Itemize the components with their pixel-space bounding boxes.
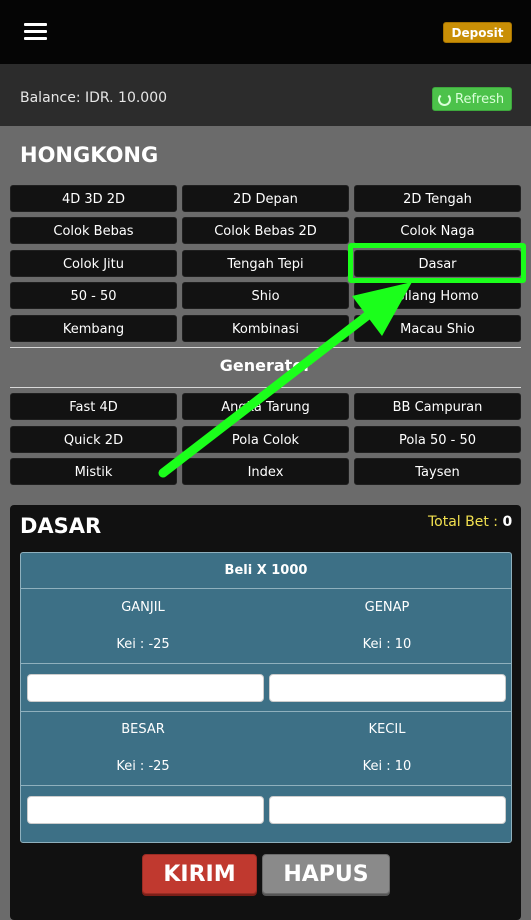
- game-button-50-50[interactable]: 50 - 50: [10, 282, 177, 309]
- generator-button-quick-2d[interactable]: Quick 2D: [10, 426, 177, 453]
- game-button-silang-homo[interactable]: Silang Homo: [354, 282, 521, 309]
- divider: [10, 347, 521, 348]
- game-button-2d-depan[interactable]: 2D Depan: [182, 185, 349, 212]
- bet-panel-title: DASAR: [20, 514, 102, 538]
- submit-button[interactable]: KIRIM: [142, 854, 257, 894]
- game-button-kembang[interactable]: Kembang: [10, 315, 177, 342]
- refresh-label: Refresh: [455, 92, 505, 107]
- game-button-2d-tengah[interactable]: 2D Tengah: [354, 185, 521, 212]
- game-button-tengah-tepi[interactable]: Tengah Tepi: [182, 250, 349, 277]
- refresh-icon: [438, 93, 451, 106]
- kei-kecil: Kei : 10: [362, 759, 412, 774]
- generator-title: Generator: [219, 356, 312, 375]
- generator-button-bb-campuran[interactable]: BB Campuran: [354, 393, 521, 420]
- generator-button-fast-4d[interactable]: Fast 4D: [10, 393, 177, 420]
- total-bet-label: Total Bet :: [428, 514, 503, 530]
- option-label-ganjil: GANJIL: [121, 600, 165, 615]
- generator-button-mistik[interactable]: Mistik: [10, 458, 177, 485]
- bet-input-kecil[interactable]: [269, 796, 506, 824]
- generator-button-pola-colok[interactable]: Pola Colok: [182, 426, 349, 453]
- refresh-button[interactable]: Refresh: [432, 87, 512, 111]
- total-bet-value: 0: [502, 514, 513, 530]
- divider: [10, 387, 521, 388]
- bet-table-header: Beli X 1000: [20, 552, 512, 589]
- bet-input-besar[interactable]: [27, 796, 264, 824]
- game-button-colok-bebas[interactable]: Colok Bebas: [10, 217, 177, 244]
- total-bet: Total Bet : 0: [428, 514, 512, 530]
- generator-button-index[interactable]: Index: [182, 458, 349, 485]
- clear-button[interactable]: HAPUS: [262, 854, 390, 894]
- kei-besar: Kei : -25: [116, 759, 170, 774]
- deposit-button[interactable]: Deposit: [443, 22, 512, 43]
- game-button-shio[interactable]: Shio: [182, 282, 349, 309]
- row-divider: [20, 785, 512, 786]
- market-title: HONGKONG: [20, 143, 159, 167]
- kei-genap: Kei : 10: [362, 637, 412, 652]
- game-button-dasar[interactable]: Dasar: [354, 250, 521, 277]
- bet-input-ganjil[interactable]: [27, 674, 264, 702]
- option-label-kecil: KECIL: [368, 722, 406, 737]
- game-button-colok-jitu[interactable]: Colok Jitu: [10, 250, 177, 277]
- generator-button-angka-tarung[interactable]: Angka Tarung: [182, 393, 349, 420]
- game-button-4d3d2d[interactable]: 4D 3D 2D: [10, 185, 177, 212]
- game-button-kombinasi[interactable]: Kombinasi: [182, 315, 349, 342]
- row-divider: [20, 663, 512, 664]
- balance-text: Balance: IDR. 10.000: [20, 90, 168, 106]
- row-divider: [20, 711, 512, 712]
- game-button-colok-naga[interactable]: Colok Naga: [354, 217, 521, 244]
- game-button-colok-bebas-2d[interactable]: Colok Bebas 2D: [182, 217, 349, 244]
- menu-icon[interactable]: [24, 23, 47, 41]
- option-label-genap: GENAP: [364, 600, 410, 615]
- option-label-besar: BESAR: [121, 722, 165, 737]
- game-button-macau-shio[interactable]: Macau Shio: [354, 315, 521, 342]
- kei-ganjil: Kei : -25: [116, 637, 170, 652]
- generator-button-pola-50-50[interactable]: Pola 50 - 50: [354, 426, 521, 453]
- bet-input-genap[interactable]: [269, 674, 506, 702]
- generator-button-taysen[interactable]: Taysen: [354, 458, 521, 485]
